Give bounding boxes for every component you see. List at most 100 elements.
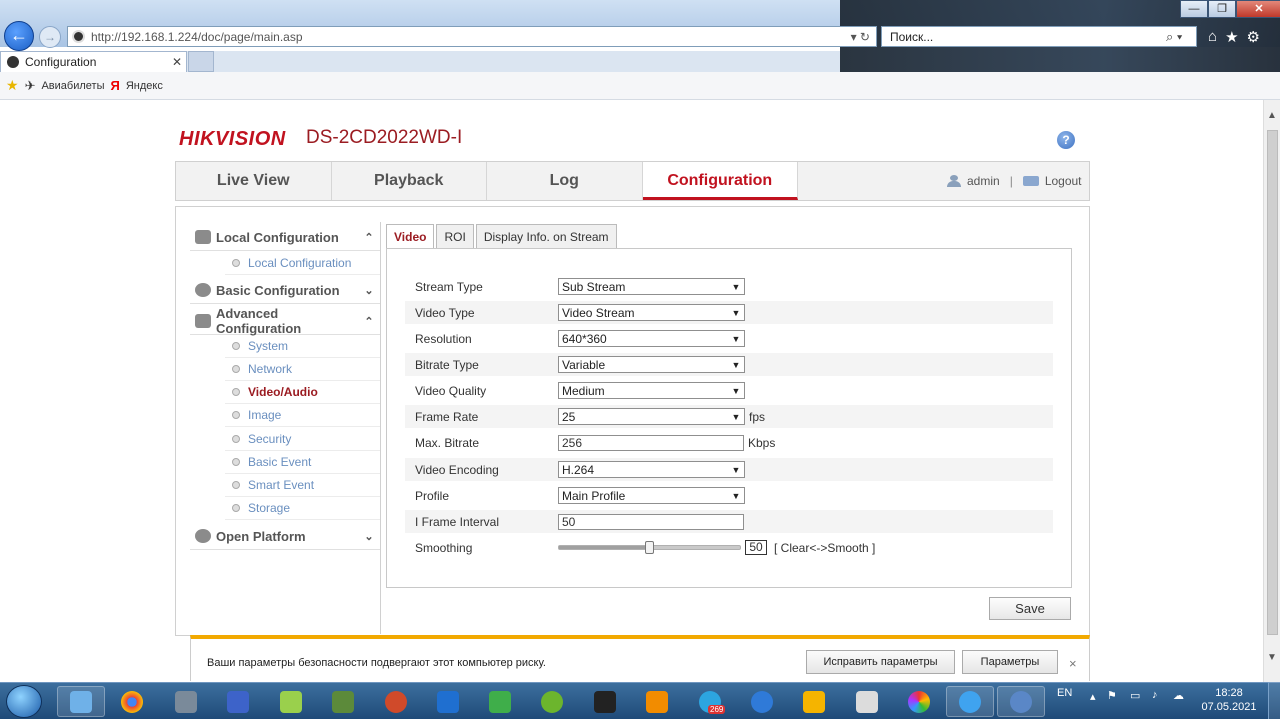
taskbar-app-home[interactable] [738, 686, 786, 717]
profile-select[interactable]: Main Profile ▼ [558, 487, 745, 504]
fix-settings-button[interactable]: Исправить параметры [806, 650, 955, 674]
system-clock[interactable]: 18:28 07.05.2021 [1196, 686, 1262, 714]
scrollbar-thumb[interactable] [1267, 130, 1278, 635]
forward-button[interactable]: → [39, 26, 61, 48]
taskbar-app-epic-games[interactable] [581, 686, 629, 717]
sidebar-item-local-configuration[interactable]: Local Configuration [225, 252, 380, 275]
sidebar-item-network[interactable]: Network [225, 358, 380, 381]
close-notification-icon[interactable]: × [1069, 656, 1077, 671]
tab-display-info-on-stream[interactable]: Display Info. on Stream [475, 224, 617, 249]
favorite-link-aviabilety[interactable]: Авиабилеты [41, 80, 104, 92]
taskbar-app-chrome[interactable] [108, 686, 156, 717]
bullet-icon [232, 388, 240, 396]
maximize-button[interactable]: ❐ [1208, 0, 1236, 18]
page-scrollbar[interactable]: ▲ ▼ [1263, 100, 1280, 682]
max-bitrate-input[interactable]: 256 [558, 434, 744, 451]
taskbar-app-photos[interactable] [57, 686, 105, 717]
leaf-icon [489, 690, 511, 713]
tab-favicon-icon [7, 56, 19, 68]
close-tab-icon[interactable]: ✕ [172, 55, 186, 69]
save-button[interactable]: Save [989, 597, 1071, 620]
search-input[interactable]: Поиск... [890, 30, 1166, 44]
sidebar-item-video-audio[interactable]: Video/Audio [225, 381, 380, 404]
new-tab-button[interactable] [188, 51, 214, 72]
taskbar-app-ccleaner[interactable] [372, 686, 420, 717]
refresh-icon[interactable]: ▾ ↻ [836, 30, 876, 44]
settings-gear-icon[interactable]: ⚙ [1247, 28, 1260, 46]
chrome-icon [121, 690, 143, 713]
home-icon[interactable]: ⌂ [1208, 28, 1217, 46]
favorite-link-yandex[interactable]: Яндекс [126, 80, 163, 92]
taskbar-app-rockstar[interactable] [790, 686, 838, 717]
close-window-button[interactable]: ✕ [1236, 0, 1280, 18]
network-tray-icon[interactable]: ▭ [1130, 689, 1140, 702]
taskbar-app-utorrent[interactable] [528, 686, 576, 717]
sidebar-item-image[interactable]: Image [225, 404, 380, 427]
resolution-select[interactable]: 640*360 ▼ [558, 330, 745, 347]
bitrate-type-select[interactable]: Variable ▼ [558, 356, 745, 373]
tab-roi[interactable]: ROI [436, 224, 474, 249]
smoothing-slider[interactable] [558, 541, 741, 554]
help-icon[interactable]: ? [1057, 131, 1075, 149]
taskbar-app-connect[interactable] [214, 686, 262, 717]
cloud-tray-icon[interactable]: ☁ [1173, 689, 1184, 702]
search-icon[interactable]: ⌕ ▾ [1166, 29, 1196, 45]
favorites-icon[interactable]: ★ [1225, 28, 1238, 46]
taskbar-app-ie-window[interactable] [997, 686, 1045, 717]
nav-playback[interactable]: Playback [332, 162, 487, 200]
bullet-icon [232, 411, 240, 419]
logout-icon[interactable] [1022, 176, 1039, 186]
sidebar-group-open-platform[interactable]: Open Platform ⌄ [190, 523, 380, 550]
tray-arrow-icon[interactable]: ▴ [1090, 690, 1096, 703]
language-indicator[interactable]: EN [1057, 687, 1072, 699]
nav-configuration[interactable]: Configuration [642, 162, 798, 200]
volume-icon[interactable]: ♪ [1152, 689, 1158, 701]
taskbar-app-picasa[interactable] [895, 686, 943, 717]
taskbar-app-telegram[interactable]: 269 [686, 686, 734, 717]
sidebar-group-local-configuration[interactable]: Local Configuration ⌃ [190, 224, 380, 251]
video-quality-select[interactable]: Medium ▼ [558, 382, 745, 399]
taskbar-app-cube[interactable] [267, 686, 315, 717]
video-type-select[interactable]: Video Stream ▼ [558, 304, 745, 321]
row-video-type: Video Type Video Stream ▼ [405, 301, 1053, 324]
start-button[interactable] [6, 685, 42, 718]
sidebar-group-advanced-configuration[interactable]: Advanced Configuration ⌃ [190, 306, 380, 336]
action-center-flag-icon[interactable]: ⚑ [1107, 689, 1117, 702]
smoothing-slider-thumb[interactable] [645, 541, 654, 554]
taskbar-app-leaf[interactable] [476, 686, 524, 717]
browser-search[interactable]: Поиск... ⌕ ▾ [881, 26, 1197, 47]
logout-link[interactable]: Logout [1045, 174, 1082, 188]
tab-video[interactable]: Video [386, 224, 435, 249]
settings-button[interactable]: Параметры [962, 650, 1058, 674]
favorites-star-icon[interactable]: ★ [6, 77, 19, 94]
taskbar-app-viewer[interactable] [843, 686, 891, 717]
taskbar-app-calc[interactable] [424, 686, 472, 717]
video-encoding-select[interactable]: H.264 ▼ [558, 461, 745, 478]
sidebar-item-basic-event[interactable]: Basic Event [225, 451, 380, 474]
scroll-up-icon[interactable]: ▲ [1267, 110, 1277, 121]
smoothing-value[interactable]: 50 [745, 540, 767, 555]
i-frame-interval-input[interactable]: 50 [558, 513, 744, 530]
sidebar-item-storage[interactable]: Storage [225, 497, 380, 520]
taskbar-app-vlc[interactable] [633, 686, 681, 717]
frame-rate-select[interactable]: 25 ▼ [558, 408, 745, 425]
scroll-down-icon[interactable]: ▼ [1267, 652, 1277, 663]
taskbar-app-network[interactable] [162, 686, 210, 717]
sidebar-item-security[interactable]: Security [225, 428, 380, 451]
stream-type-select[interactable]: Sub Stream ▼ [558, 278, 745, 295]
row-video-encoding: Video Encoding H.264 ▼ [405, 458, 1053, 481]
nav-live-view[interactable]: Live View [176, 162, 332, 200]
nav-log[interactable]: Log [487, 162, 643, 200]
address-bar[interactable]: http://192.168.1.224/doc/page/main.asp ▾… [67, 26, 877, 47]
taskbar-app-internet-explorer[interactable] [946, 686, 994, 717]
taskbar-app-minecraft[interactable] [319, 686, 367, 717]
sidebar-item-smart-event[interactable]: Smart Event [225, 474, 380, 497]
sidebar-item-system[interactable]: System [225, 335, 380, 358]
chevron-up-icon: ⌃ [364, 231, 374, 244]
address-url[interactable]: http://192.168.1.224/doc/page/main.asp [91, 30, 836, 44]
browser-tab-configuration[interactable]: Configuration ✕ [0, 51, 187, 72]
minimize-button[interactable]: — [1180, 0, 1208, 18]
back-button[interactable]: ← [4, 21, 34, 51]
show-desktop-button[interactable] [1268, 682, 1280, 719]
sidebar-group-basic-configuration[interactable]: Basic Configuration ⌄ [190, 277, 380, 304]
